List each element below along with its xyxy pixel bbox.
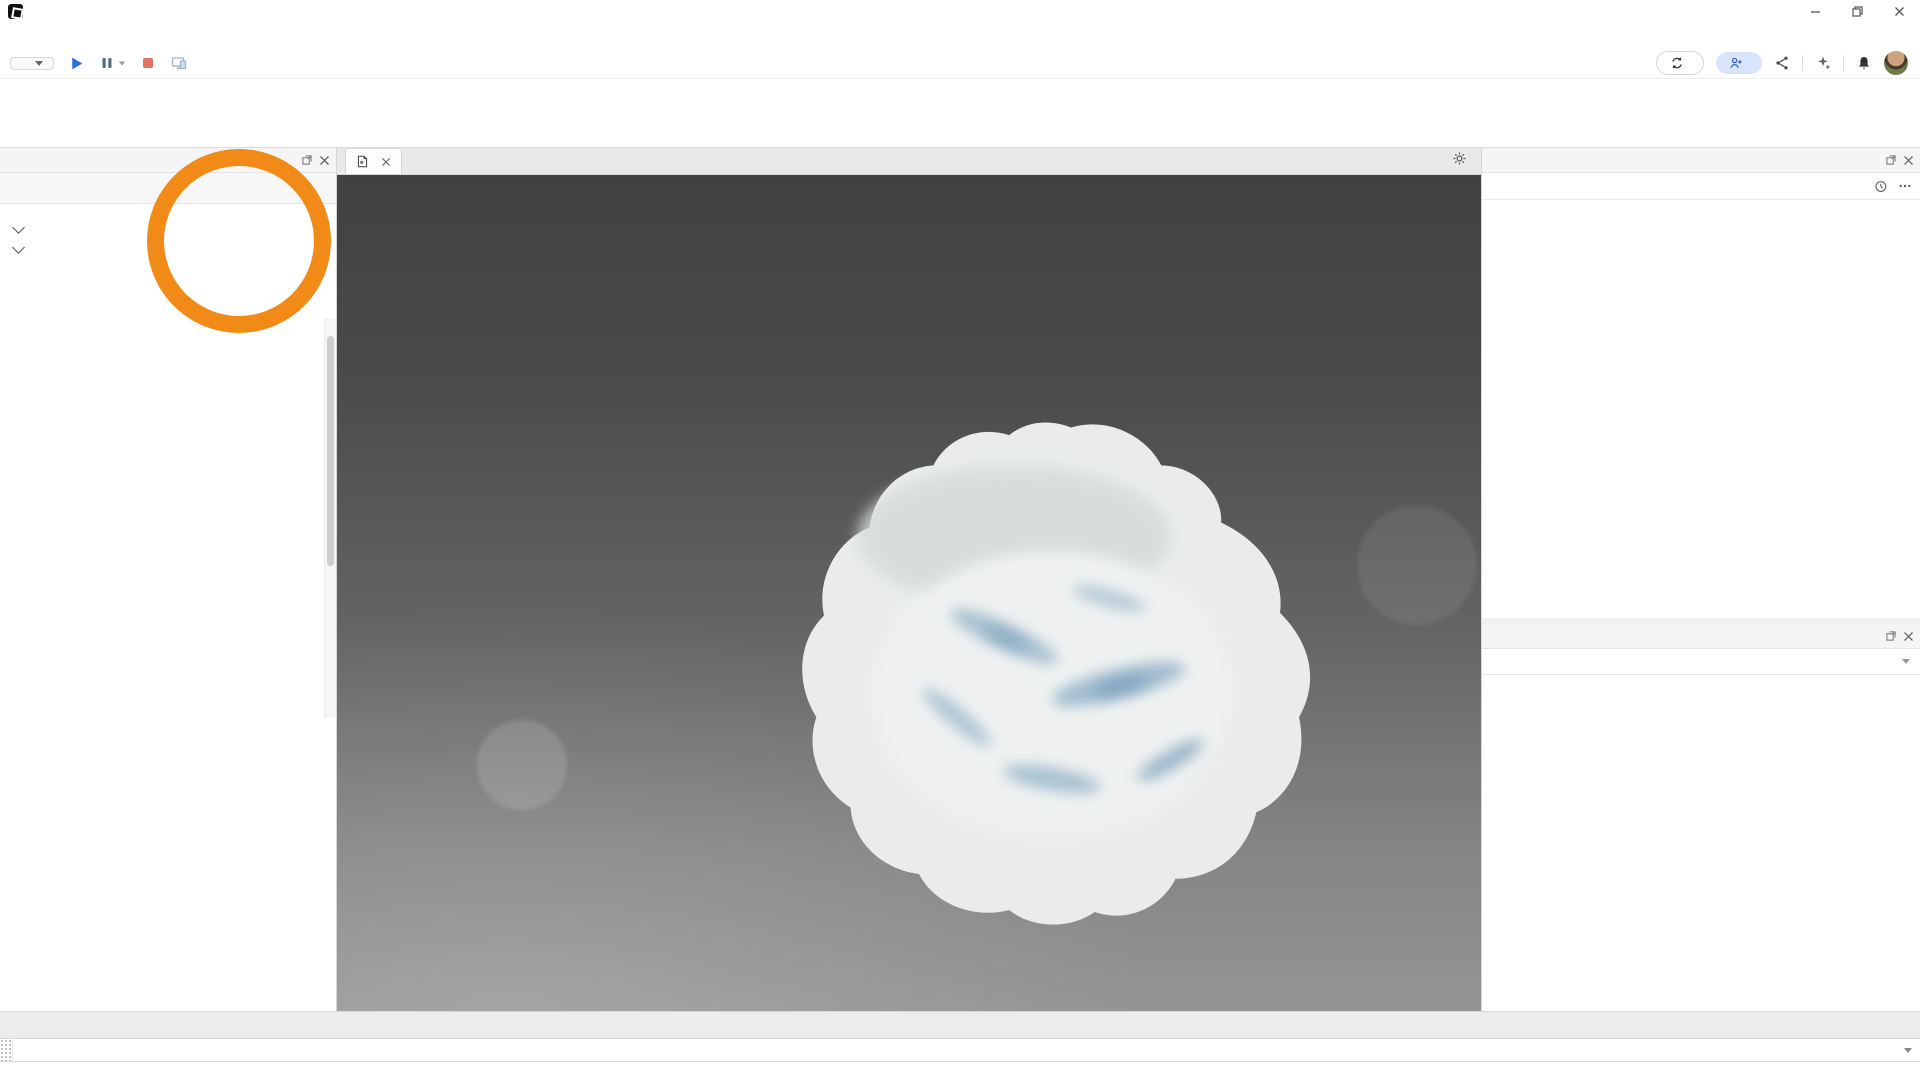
update-button[interactable] <box>1656 51 1704 75</box>
more-options-icon[interactable] <box>1898 179 1912 193</box>
material-settings-header[interactable] <box>14 246 322 252</box>
properties-filter-input[interactable] <box>1482 649 1920 675</box>
minimize-button[interactable] <box>1794 0 1836 22</box>
terrain-island <box>767 380 1337 950</box>
close-tab-icon[interactable] <box>381 157 391 167</box>
properties-panel <box>1482 624 1920 1011</box>
place-file-icon <box>356 155 369 168</box>
pause-button[interactable] <box>99 55 126 71</box>
divider <box>1843 55 1844 71</box>
close-window-button[interactable] <box>1878 0 1920 22</box>
viewport-column <box>337 148 1481 1011</box>
right-dock <box>1481 148 1920 1011</box>
divider <box>1802 55 1803 71</box>
collaborate-button[interactable] <box>1716 52 1762 74</box>
document-tab-bar <box>337 148 1481 175</box>
collaborate-person-icon <box>1729 56 1743 70</box>
terrain-ghost-blob <box>1357 505 1477 625</box>
quick-access-bar <box>0 48 1920 79</box>
notifications-bell-icon[interactable] <box>1856 55 1872 71</box>
drag-handle[interactable] <box>0 1039 13 1061</box>
share-icon[interactable] <box>1774 55 1790 71</box>
chevron-down-icon <box>1904 1048 1912 1053</box>
update-sync-icon <box>1670 56 1684 70</box>
device-emulation-icon[interactable] <box>170 55 188 71</box>
restore-button[interactable] <box>1836 0 1878 22</box>
ribbon-toolbar <box>0 79 1920 148</box>
close-icon[interactable] <box>319 154 330 166</box>
terrain-panel-header <box>0 148 336 173</box>
explorer-panel <box>1482 148 1920 624</box>
chevron-down-icon <box>119 61 125 65</box>
viewport-settings-gear-icon[interactable] <box>1452 151 1467 166</box>
roblox-studio-logo-icon <box>8 4 23 19</box>
close-icon[interactable] <box>1903 630 1914 642</box>
roblox-studio-window <box>0 0 1920 1080</box>
terrain-ghost-blob <box>477 720 567 810</box>
explorer-tree <box>1482 200 1920 618</box>
terrain-panel-body <box>0 204 336 1011</box>
3d-viewport[interactable] <box>337 175 1481 1011</box>
stop-button[interactable] <box>140 55 156 71</box>
terrain-editor-panel <box>0 148 337 1011</box>
terrain-panel-tabs <box>0 173 336 204</box>
chevron-down-icon <box>1902 659 1910 664</box>
output-tab-strip <box>0 1012 1920 1038</box>
popout-icon[interactable] <box>1885 630 1897 642</box>
brush-settings-header[interactable] <box>14 226 322 232</box>
place-document-tab[interactable] <box>345 148 402 174</box>
chevron-down-icon <box>12 241 25 254</box>
command-bar[interactable] <box>0 1038 1920 1062</box>
ai-sparkle-icon[interactable] <box>1815 55 1831 71</box>
bottom-dock <box>0 1012 1920 1080</box>
play-button[interactable] <box>68 55 85 72</box>
explorer-search-bar[interactable] <box>1482 173 1920 200</box>
menu-bar <box>0 22 1920 48</box>
chevron-down-icon <box>12 221 25 234</box>
user-avatar[interactable] <box>1884 51 1908 75</box>
title-bar <box>0 0 1920 22</box>
chevron-down-icon <box>35 61 43 66</box>
close-icon[interactable] <box>1903 154 1914 166</box>
popout-icon[interactable] <box>301 154 313 166</box>
test-mode-dropdown[interactable] <box>10 57 54 70</box>
terrain-panel-scrollbar[interactable] <box>324 318 336 718</box>
history-clock-icon[interactable] <box>1873 179 1888 194</box>
popout-icon[interactable] <box>1885 154 1897 166</box>
